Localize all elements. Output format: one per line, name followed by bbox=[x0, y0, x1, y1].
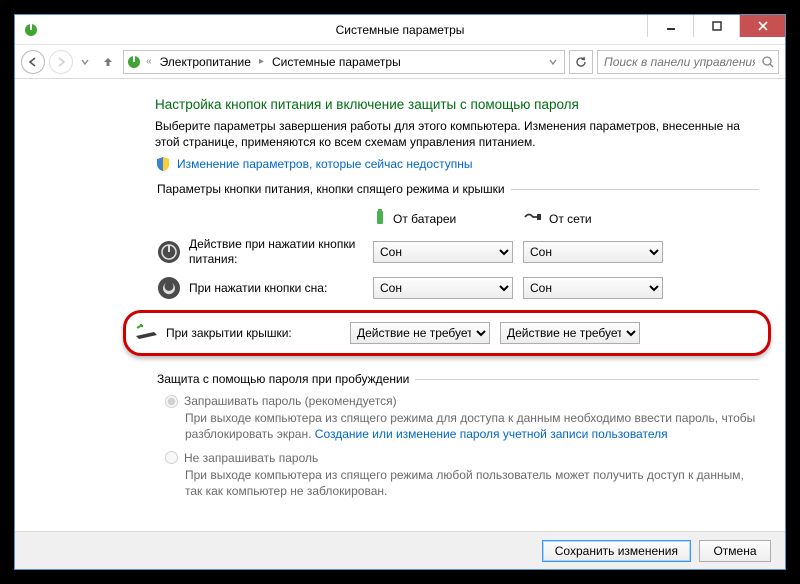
password-protection-group: Защита с помощью пароля при пробуждении … bbox=[155, 372, 759, 507]
plug-icon bbox=[523, 210, 543, 227]
history-dropdown[interactable] bbox=[77, 50, 93, 74]
search-input[interactable] bbox=[602, 54, 757, 70]
save-button[interactable]: Сохранить изменения bbox=[542, 540, 691, 562]
no-password-body: При выходе компьютера из спящего режима … bbox=[185, 467, 759, 499]
cancel-button[interactable]: Отмена bbox=[699, 540, 771, 562]
search-box[interactable] bbox=[597, 50, 779, 74]
chevron-down-icon[interactable] bbox=[548, 57, 558, 67]
col-ac-label: От сети bbox=[549, 212, 592, 226]
titlebar: Системные параметры bbox=[15, 15, 785, 45]
lid-close-highlight: При закрытии крышки: Действие не требует… bbox=[123, 310, 771, 356]
group2-legend: Защита с помощью пароля при пробуждении bbox=[155, 372, 415, 386]
page-desc: Выберите параметры завершения работы для… bbox=[155, 118, 759, 150]
chevron-left-icon: « bbox=[144, 56, 154, 67]
power-options-icon bbox=[23, 22, 39, 38]
forward-button[interactable] bbox=[49, 50, 73, 74]
no-password-title: Не запрашивать пароль bbox=[184, 451, 318, 465]
no-password-radio bbox=[165, 451, 178, 464]
page-heading: Настройка кнопок питания и включение защ… bbox=[155, 97, 759, 112]
row-power-button: Действие при нажатии кнопки питания: Сон… bbox=[155, 237, 759, 266]
chevron-right-icon: ▸ bbox=[257, 56, 266, 67]
power-button-icon bbox=[155, 238, 183, 266]
power-button-ac-select[interactable]: Сон bbox=[523, 241, 663, 263]
power-button-battery-select[interactable]: Сон bbox=[373, 241, 513, 263]
address-bar[interactable]: « Электропитание ▸ Системные параметры bbox=[123, 50, 565, 74]
col-battery-label: От батареи bbox=[393, 212, 456, 226]
window-controls bbox=[647, 15, 785, 37]
row-sleep-label: При нажатии кнопки сна: bbox=[189, 281, 373, 295]
sleep-button-battery-select[interactable]: Сон bbox=[373, 277, 513, 299]
breadcrumb-power[interactable]: Электропитание bbox=[156, 55, 255, 69]
refresh-button[interactable] bbox=[569, 50, 593, 74]
row-lid-label: При закрытии крышки: bbox=[166, 326, 350, 340]
power-options-icon bbox=[126, 54, 142, 70]
laptop-lid-icon bbox=[132, 319, 160, 347]
group1-legend: Параметры кнопки питания, кнопки спящего… bbox=[155, 182, 511, 196]
search-icon bbox=[761, 55, 774, 69]
window: Системные параметры « Электропитание ▸ С… bbox=[14, 14, 786, 570]
power-buttons-group: Параметры кнопки питания, кнопки спящего… bbox=[155, 182, 759, 364]
lid-close-ac-select[interactable]: Действие не требуется bbox=[500, 322, 640, 344]
minimize-button[interactable] bbox=[647, 15, 693, 37]
battery-icon bbox=[373, 208, 387, 229]
row-power-label: Действие при нажатии кнопки питания: bbox=[189, 237, 373, 266]
maximize-button[interactable] bbox=[693, 15, 739, 37]
sleep-button-icon bbox=[155, 274, 183, 302]
sleep-button-ac-select[interactable]: Сон bbox=[523, 277, 663, 299]
navbar: « Электропитание ▸ Системные параметры bbox=[15, 45, 785, 79]
back-button[interactable] bbox=[21, 50, 45, 74]
lid-close-battery-select[interactable]: Действие не требуется bbox=[350, 322, 490, 344]
footer: Сохранить изменения Отмена bbox=[15, 531, 785, 569]
require-password-radio bbox=[165, 395, 178, 408]
row-lid-close: При закрытии крышки: Действие не требует… bbox=[132, 319, 758, 347]
unlock-settings-link[interactable]: Изменение параметров, которые сейчас нед… bbox=[177, 157, 473, 171]
up-button[interactable] bbox=[97, 51, 119, 73]
create-change-password-link[interactable]: Создание или изменение пароля учетной за… bbox=[315, 427, 668, 441]
row-sleep-button: При нажатии кнопки сна: Сон Сон bbox=[155, 274, 759, 302]
shield-icon bbox=[155, 156, 171, 172]
close-button[interactable] bbox=[739, 15, 785, 37]
content-area: Настройка кнопок питания и включение защ… bbox=[15, 81, 785, 531]
require-password-title: Запрашивать пароль (рекомендуется) bbox=[184, 394, 397, 408]
breadcrumb-system-settings[interactable]: Системные параметры bbox=[268, 55, 405, 69]
